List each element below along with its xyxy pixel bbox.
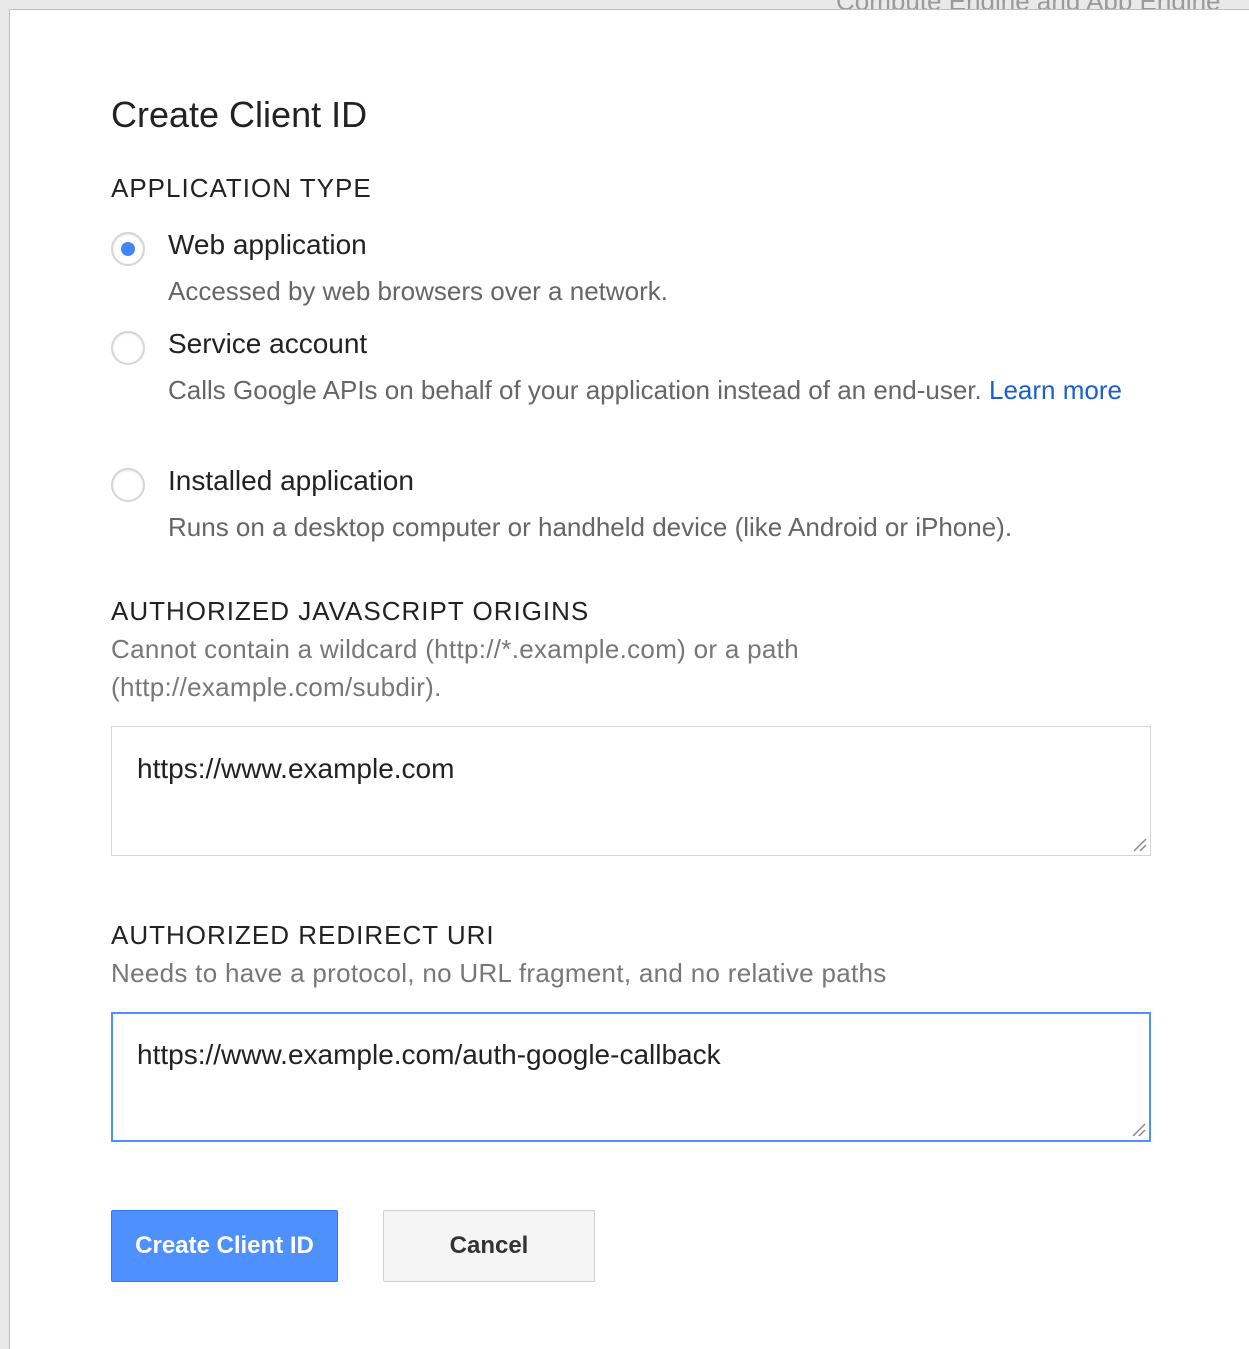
radio-description-web-application: Accessed by web browsers over a network. <box>168 276 668 306</box>
radio-button-service-account[interactable] <box>111 331 145 365</box>
authorized-origins-help: Cannot contain a wildcard (http://*.exam… <box>111 634 799 702</box>
radio-label-service-account[interactable]: Service account <box>168 328 367 360</box>
radio-button-web-application[interactable] <box>111 232 145 266</box>
authorized-origins-textarea[interactable]: https://www.example.com <box>111 726 1151 856</box>
authorized-redirect-help: Needs to have a protocol, no URL fragmen… <box>111 958 887 988</box>
authorized-redirect-label: AUTHORIZED REDIRECT URI <box>111 920 495 950</box>
create-client-id-dialog: Create Client ID APPLICATION TYPE Web ap… <box>9 9 1249 1349</box>
screen: Compute Engine and App Engine Create Cli… <box>0 0 1249 1349</box>
authorized-redirect-value[interactable]: https://www.example.com/auth-google-call… <box>137 1039 721 1071</box>
create-client-id-button[interactable]: Create Client ID <box>111 1210 338 1282</box>
resize-handle-icon[interactable] <box>1129 1120 1147 1138</box>
authorized-origins-label: AUTHORIZED JAVASCRIPT ORIGINS <box>111 596 590 626</box>
radio-label-web-application[interactable]: Web application <box>168 229 367 261</box>
learn-more-link[interactable]: Learn more <box>989 375 1122 405</box>
authorized-redirect-textarea[interactable]: https://www.example.com/auth-google-call… <box>111 1012 1151 1142</box>
cancel-button[interactable]: Cancel <box>383 1210 595 1282</box>
radio-description-installed-application: Runs on a desktop computer or handheld d… <box>168 512 1013 542</box>
resize-handle-icon[interactable] <box>1130 835 1148 853</box>
service-account-description-text: Calls Google APIs on behalf of your appl… <box>168 375 982 405</box>
dialog-title: Create Client ID <box>111 94 368 135</box>
authorized-origins-value[interactable]: https://www.example.com <box>137 753 454 785</box>
radio-label-installed-application[interactable]: Installed application <box>168 465 414 497</box>
radio-button-installed-application[interactable] <box>111 468 145 502</box>
application-type-label: APPLICATION TYPE <box>111 173 372 203</box>
radio-description-service-account: Calls Google APIs on behalf of your appl… <box>168 371 1178 409</box>
